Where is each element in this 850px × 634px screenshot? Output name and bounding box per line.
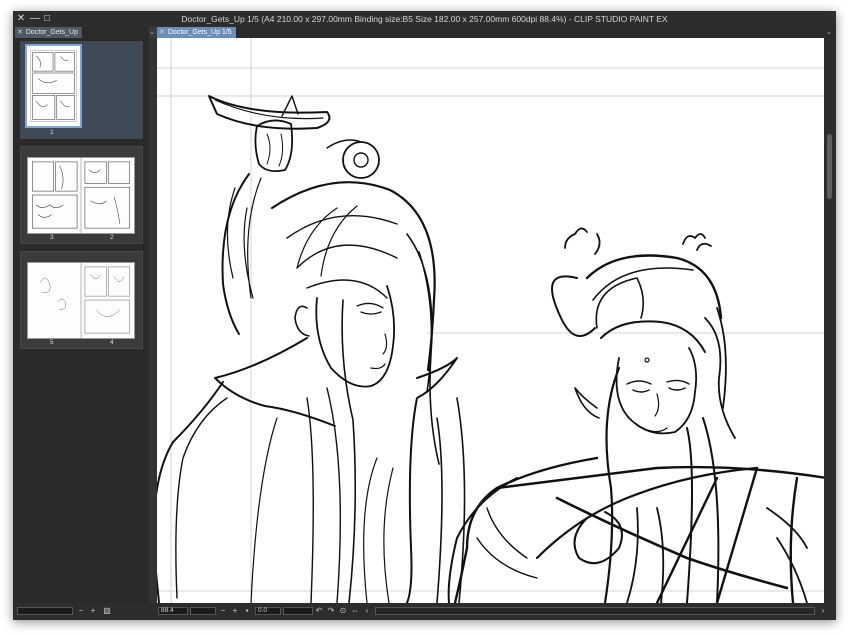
page-thumbnail-sketch xyxy=(30,50,77,122)
app-window: ✕ — □ Doctor_Gets_Up 1/5 (A4 210.00 x 29… xyxy=(13,11,836,620)
zoom-out-icon[interactable]: − xyxy=(77,606,85,616)
page-manager-panel: 1 3 2 5 4 xyxy=(13,38,149,603)
rotation-slider[interactable] xyxy=(283,607,313,615)
horizontal-scrollbar[interactable] xyxy=(375,607,815,615)
page-number-right: 4 xyxy=(110,339,114,346)
tab-close-icon[interactable]: ✕ xyxy=(159,27,165,38)
page-number-left: 5 xyxy=(50,339,54,346)
page-number-left: 3 xyxy=(50,234,54,241)
page-thumbnail-spread[interactable] xyxy=(27,157,135,234)
page-number: 1 xyxy=(50,129,54,136)
rotate-right-icon[interactable]: ↷ xyxy=(327,606,335,616)
rotation-input[interactable]: 0.0 xyxy=(255,607,281,615)
sketch-artwork xyxy=(157,38,824,603)
page-thumbnail-spread[interactable] xyxy=(27,262,135,339)
rotate-left-icon[interactable]: ↶ xyxy=(315,606,323,616)
chevron-down-icon[interactable]: ⌄ xyxy=(824,27,834,38)
canvas-viewport[interactable] xyxy=(157,38,824,603)
scroll-right-icon[interactable]: › xyxy=(819,606,827,616)
title-bar: ✕ — □ Doctor_Gets_Up 1/5 (A4 210.00 x 29… xyxy=(13,11,836,27)
window-title: Doctor_Gets_Up 1/5 (A4 210.00 x 297.00mm… xyxy=(181,14,668,24)
page-thumbnail[interactable] xyxy=(25,44,82,128)
reset-rotation-icon[interactable]: ⊙ xyxy=(339,606,347,616)
tab-close-icon[interactable]: ✕ xyxy=(17,27,23,38)
canvas-tab-bar: ✕ Doctor_Gets_Up 1/5 xyxy=(157,27,836,38)
page-thumbnail-sketch xyxy=(39,263,130,338)
page-card-1[interactable]: 1 xyxy=(20,41,143,139)
tab-label: Doctor_Gets_Up 1/5 xyxy=(167,29,232,36)
tab-doctor-gets-up-page1[interactable]: ✕ Doctor_Gets_Up 1/5 xyxy=(157,27,236,38)
page-manager-tab-bar: ✕ Doctor_Gets_Up xyxy=(13,27,149,38)
panel-zoom-slider[interactable] xyxy=(17,607,73,615)
vertical-scrollbar[interactable] xyxy=(824,38,836,603)
page-layout-icon[interactable]: ▧ xyxy=(103,606,111,616)
zoom-input[interactable]: 88.4 xyxy=(158,607,188,615)
page-number-right: 2 xyxy=(110,234,114,241)
page-thumbnail-sketch xyxy=(32,158,130,233)
page-card-3-2[interactable]: 3 2 xyxy=(20,146,143,244)
flip-horizontal-icon[interactable]: ⇔ xyxy=(351,606,359,616)
fit-to-window-icon[interactable]: ▪ xyxy=(243,606,251,616)
status-bar: − + ▧ 88.4 − + ▪ 0.0 ↶ ↷ ⊙ ⇔ ‹ › xyxy=(13,603,836,620)
scroll-left-icon[interactable]: ‹ xyxy=(363,606,371,616)
tab-label: Doctor_Gets_Up xyxy=(25,29,79,36)
zoom-slider[interactable] xyxy=(190,607,216,615)
zoom-in-icon[interactable]: + xyxy=(231,606,239,616)
zoom-out-icon[interactable]: − xyxy=(219,606,227,616)
chevron-down-icon[interactable]: ⌄ xyxy=(147,27,157,38)
panel-divider[interactable] xyxy=(149,38,157,603)
scrollbar-thumb[interactable] xyxy=(827,134,832,199)
zoom-in-icon[interactable]: + xyxy=(89,606,97,616)
tab-doctor-gets-up[interactable]: ✕ Doctor_Gets_Up xyxy=(15,27,83,38)
page-card-5-4[interactable]: 5 4 xyxy=(20,251,143,349)
